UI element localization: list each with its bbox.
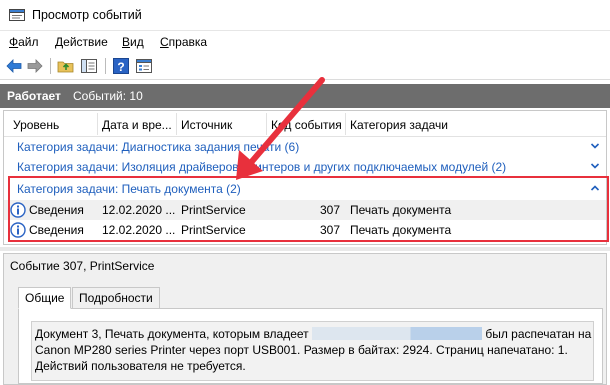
cell-date: 12.02.2020 ...: [102, 203, 176, 217]
chevron-up-icon[interactable]: [590, 183, 600, 193]
log-state: Работает: [7, 89, 61, 103]
svg-text:?: ?: [117, 60, 124, 74]
column-divider[interactable]: [345, 113, 346, 135]
column-divider[interactable]: [97, 113, 98, 135]
column-task-category[interactable]: Категория задачи: [350, 118, 448, 132]
column-header-row: Уровень Дата и вре... Источник Код событ…: [4, 111, 606, 137]
task-category-group-expanded[interactable]: Категория задачи: Печать документа (2): [4, 179, 606, 198]
cell-task-category: Печать документа: [350, 203, 452, 217]
pane-splitter[interactable]: [0, 247, 610, 251]
menu-view[interactable]: Вид: [122, 35, 144, 49]
chevron-down-icon[interactable]: [590, 161, 600, 171]
tab-general[interactable]: Общие: [18, 287, 72, 309]
column-event-code[interactable]: Код события: [271, 118, 342, 132]
cell-task-category: Печать документа: [350, 223, 452, 237]
toolbar-separator: [50, 58, 51, 74]
show-hide-tree-icon[interactable]: [80, 57, 98, 75]
table-row[interactable]: Сведения 12.02.2020 ... PrintService 307…: [4, 200, 606, 220]
column-level[interactable]: Уровень: [13, 118, 59, 132]
event-description-box: Документ 3, Печать документа, которым вл…: [31, 321, 594, 381]
event-count: Событий: 10: [73, 89, 143, 103]
redacted-owner: [312, 327, 483, 340]
cell-event-code: 307: [320, 223, 341, 237]
menu-action[interactable]: Действие: [55, 35, 108, 49]
menu-bar: Файл Действие Вид Справка: [0, 31, 610, 53]
cell-level: Сведения: [29, 223, 84, 237]
table-row[interactable]: Сведения 12.02.2020 ... PrintService 307…: [4, 220, 606, 240]
tab-general-content: Документ 3, Печать документа, которым вл…: [18, 308, 603, 384]
column-divider[interactable]: [266, 113, 267, 135]
cell-date: 12.02.2020 ...: [102, 223, 176, 237]
forward-icon[interactable]: [26, 57, 44, 75]
event-details-title: Событие 307, PrintService: [10, 259, 155, 273]
up-folder-icon[interactable]: [57, 57, 75, 75]
toolbar: ?: [0, 53, 610, 80]
log-status-bar: Работает Событий: 10: [0, 84, 610, 108]
properties-icon[interactable]: [135, 57, 153, 75]
info-icon: [10, 202, 26, 218]
cell-source: PrintService: [181, 223, 246, 237]
events-list: Уровень Дата и вре... Источник Код событ…: [3, 110, 607, 245]
chevron-down-icon[interactable]: [590, 141, 600, 151]
menu-help[interactable]: Справка: [160, 35, 207, 49]
event-description[interactable]: Документ 3, Печать документа, которым вл…: [35, 326, 595, 374]
group-label[interactable]: Категория задачи: Печать документа (2): [17, 182, 241, 196]
column-source[interactable]: Источник: [181, 118, 232, 132]
column-date[interactable]: Дата и вре...: [102, 118, 172, 132]
info-icon: [10, 222, 26, 238]
task-category-group[interactable]: Категория задачи: Изоляция драйверов при…: [4, 157, 606, 176]
tab-details[interactable]: Подробности: [72, 287, 160, 309]
help-icon[interactable]: ?: [112, 57, 130, 75]
window-title: Просмотр событий: [32, 8, 142, 22]
event-viewer-icon: [9, 9, 25, 21]
toolbar-separator: [105, 58, 106, 74]
group-label[interactable]: Категория задачи: Изоляция драйверов при…: [17, 160, 506, 174]
menu-file[interactable]: Файл: [9, 35, 39, 49]
title-bar: Просмотр событий: [0, 0, 610, 31]
event-details-pane: Событие 307, PrintService Общие Подробно…: [3, 253, 607, 385]
back-icon[interactable]: [5, 57, 23, 75]
cell-source: PrintService: [181, 203, 246, 217]
task-category-group[interactable]: Категория задачи: Диагностика задания пе…: [4, 137, 606, 156]
column-divider[interactable]: [176, 113, 177, 135]
group-label[interactable]: Категория задачи: Диагностика задания пе…: [17, 140, 299, 154]
cell-event-code: 307: [320, 203, 341, 217]
cell-level: Сведения: [29, 203, 84, 217]
